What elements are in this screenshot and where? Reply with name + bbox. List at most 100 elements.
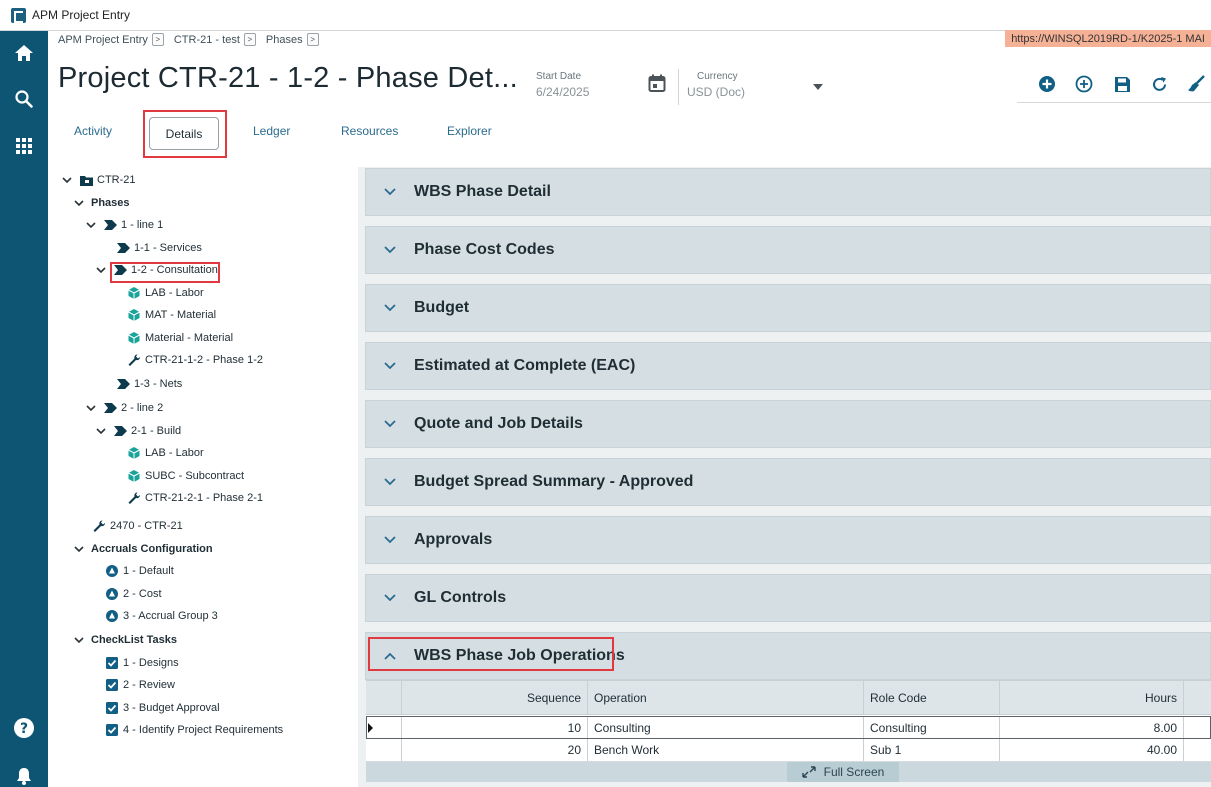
breadcrumb-item[interactable]: CTR-21 - test xyxy=(174,34,240,46)
tree-item[interactable]: Accruals Configuration xyxy=(74,539,213,559)
panel-phase-cost-codes[interactable]: Phase Cost Codes xyxy=(365,226,1211,274)
phase-icon xyxy=(103,401,117,415)
phase-icon xyxy=(113,424,127,438)
cell-role-code[interactable]: Sub 1 xyxy=(864,739,1000,761)
column-header-role-code[interactable]: Role Code xyxy=(864,681,1000,714)
tree-item-label: 2 - Review xyxy=(123,679,175,691)
tree-item[interactable]: Material - Material xyxy=(127,328,233,348)
tree-item[interactable]: MAT - Material xyxy=(127,305,216,325)
tree-item[interactable]: 2470 - CTR-21 xyxy=(92,516,183,536)
chevron-down-icon[interactable] xyxy=(96,426,106,436)
tree-selection-highlight xyxy=(110,262,220,283)
cell-operation[interactable]: Bench Work xyxy=(588,739,864,761)
currency-dropdown-icon[interactable] xyxy=(813,84,823,90)
tree-item[interactable]: 1 - Designs xyxy=(105,653,179,673)
tab-resources[interactable]: Resources xyxy=(341,124,398,138)
column-header-hours[interactable]: Hours xyxy=(1000,681,1184,714)
cell-operation[interactable]: Consulting xyxy=(588,717,864,738)
column-header-operation[interactable]: Operation xyxy=(588,681,864,714)
panel-approvals[interactable]: Approvals xyxy=(365,516,1211,564)
breadcrumb-item[interactable]: Phases xyxy=(266,34,303,46)
tree-item-label: LAB - Labor xyxy=(145,447,204,459)
row-selector[interactable] xyxy=(367,717,402,738)
cell-role-code[interactable]: Consulting xyxy=(864,717,1000,738)
row-selector[interactable] xyxy=(366,739,402,761)
chevron-right-icon[interactable]: > xyxy=(243,33,256,46)
panel-gl-controls[interactable]: GL Controls xyxy=(365,574,1211,622)
tree-item-label: 1-1 - Services xyxy=(134,242,202,254)
panel-budget-spread-summary[interactable]: Budget Spread Summary - Approved xyxy=(365,458,1211,506)
chevron-down-icon[interactable] xyxy=(74,635,84,645)
tab-details[interactable]: Details xyxy=(149,117,219,150)
table-row[interactable]: 20 Bench Work Sub 1 40.00 xyxy=(366,739,1211,762)
tree-item[interactable]: 2 - Cost xyxy=(105,584,162,604)
cost-code-icon xyxy=(127,308,141,322)
chevron-down-icon[interactable] xyxy=(62,175,72,185)
cell-hours[interactable]: 40.00 xyxy=(1000,739,1184,761)
breadcrumb-item[interactable]: APM Project Entry xyxy=(58,34,148,46)
calendar-icon[interactable] xyxy=(648,74,666,98)
tab-activity[interactable]: Activity xyxy=(74,124,112,138)
chevron-right-icon[interactable]: > xyxy=(306,33,319,46)
cell-hours[interactable]: 8.00 xyxy=(1000,717,1184,738)
add-outline-icon[interactable] xyxy=(1073,73,1095,95)
tree-item[interactable]: 2 - line 2 xyxy=(86,398,163,418)
tree-item[interactable]: 1 - line 1 xyxy=(86,215,163,235)
chevron-down-icon[interactable] xyxy=(96,265,106,275)
panel-estimated-at-complete[interactable]: Estimated at Complete (EAC) xyxy=(365,342,1211,390)
tree-item[interactable]: 4 - Identify Project Requirements xyxy=(105,720,283,740)
tree-item[interactable]: CTR-21-1-2 - Phase 1-2 xyxy=(127,350,263,370)
panel-quote-and-job-details[interactable]: Quote and Job Details xyxy=(365,400,1211,448)
full-screen-button[interactable]: Full Screen xyxy=(787,762,899,782)
refresh-icon[interactable] xyxy=(1148,73,1170,95)
apps-grid-icon[interactable] xyxy=(0,128,48,164)
app-window: APM Project Entry ? APM Project Entry > … xyxy=(0,0,1211,787)
window-titlebar: APM Project Entry xyxy=(0,0,1211,31)
tree-item-label: 2470 - CTR-21 xyxy=(110,520,183,532)
tree-item[interactable]: 1 - Default xyxy=(105,561,174,581)
tree-item[interactable]: SUBC - Subcontract xyxy=(127,466,244,486)
tree-item[interactable]: 3 - Accrual Group 3 xyxy=(105,606,218,626)
chevron-down-icon[interactable] xyxy=(74,544,84,554)
cell-sequence[interactable]: 20 xyxy=(402,739,588,761)
tree-item[interactable]: CTR-21 xyxy=(62,170,136,190)
checkbox-checked-icon xyxy=(105,723,119,737)
tree-item[interactable]: 2-1 - Build xyxy=(96,421,181,441)
panel-title: WBS Phase Detail xyxy=(414,183,551,200)
panel-wbs-phase-detail[interactable]: WBS Phase Detail xyxy=(365,168,1211,216)
tree-item[interactable]: CheckList Tasks xyxy=(74,630,177,650)
save-icon[interactable] xyxy=(1111,73,1133,95)
panel-budget[interactable]: Budget xyxy=(365,284,1211,332)
tab-ledger[interactable]: Ledger xyxy=(253,124,290,138)
clear-brush-icon[interactable] xyxy=(1185,73,1207,95)
chevron-down-icon xyxy=(384,360,396,372)
help-icon[interactable]: ? xyxy=(0,710,48,746)
chevron-down-icon[interactable] xyxy=(86,403,96,413)
tree-item[interactable]: Phases xyxy=(74,193,130,213)
tree-item[interactable]: LAB - Labor xyxy=(127,283,204,303)
column-header-sequence[interactable]: Sequence xyxy=(402,681,588,714)
chevron-down-icon[interactable] xyxy=(74,198,84,208)
tree-item[interactable]: 2 - Review xyxy=(105,675,175,695)
wrench-icon xyxy=(127,491,141,505)
tree-item-label: Material - Material xyxy=(145,332,234,344)
chevron-right-icon[interactable]: > xyxy=(151,33,164,46)
tree-item[interactable]: 1-1 - Services xyxy=(116,238,202,258)
svg-text:?: ? xyxy=(20,721,28,737)
table-row[interactable]: 10 Consulting Consulting 8.00 xyxy=(366,716,1211,739)
notifications-icon[interactable] xyxy=(0,758,48,787)
chevron-down-icon[interactable] xyxy=(86,220,96,230)
tree-item[interactable]: CTR-21-2-1 - Phase 2-1 xyxy=(127,488,263,508)
tree-item[interactable]: 1-3 - Nets xyxy=(116,374,182,394)
cell-sequence[interactable]: 10 xyxy=(402,717,588,738)
tree-item-label: 1-3 - Nets xyxy=(134,378,183,390)
home-icon[interactable] xyxy=(0,35,48,71)
tree-item[interactable]: 3 - Budget Approval xyxy=(105,698,220,718)
start-date-field[interactable]: Start Date 6/24/2025 xyxy=(536,71,589,99)
tree-item[interactable]: LAB - Labor xyxy=(127,443,204,463)
search-icon[interactable] xyxy=(0,81,48,117)
tab-explorer[interactable]: Explorer xyxy=(447,124,492,138)
toolbar xyxy=(1017,66,1211,103)
add-filled-icon[interactable] xyxy=(1036,73,1058,95)
currency-field[interactable]: Currency USD (Doc) xyxy=(687,71,745,99)
